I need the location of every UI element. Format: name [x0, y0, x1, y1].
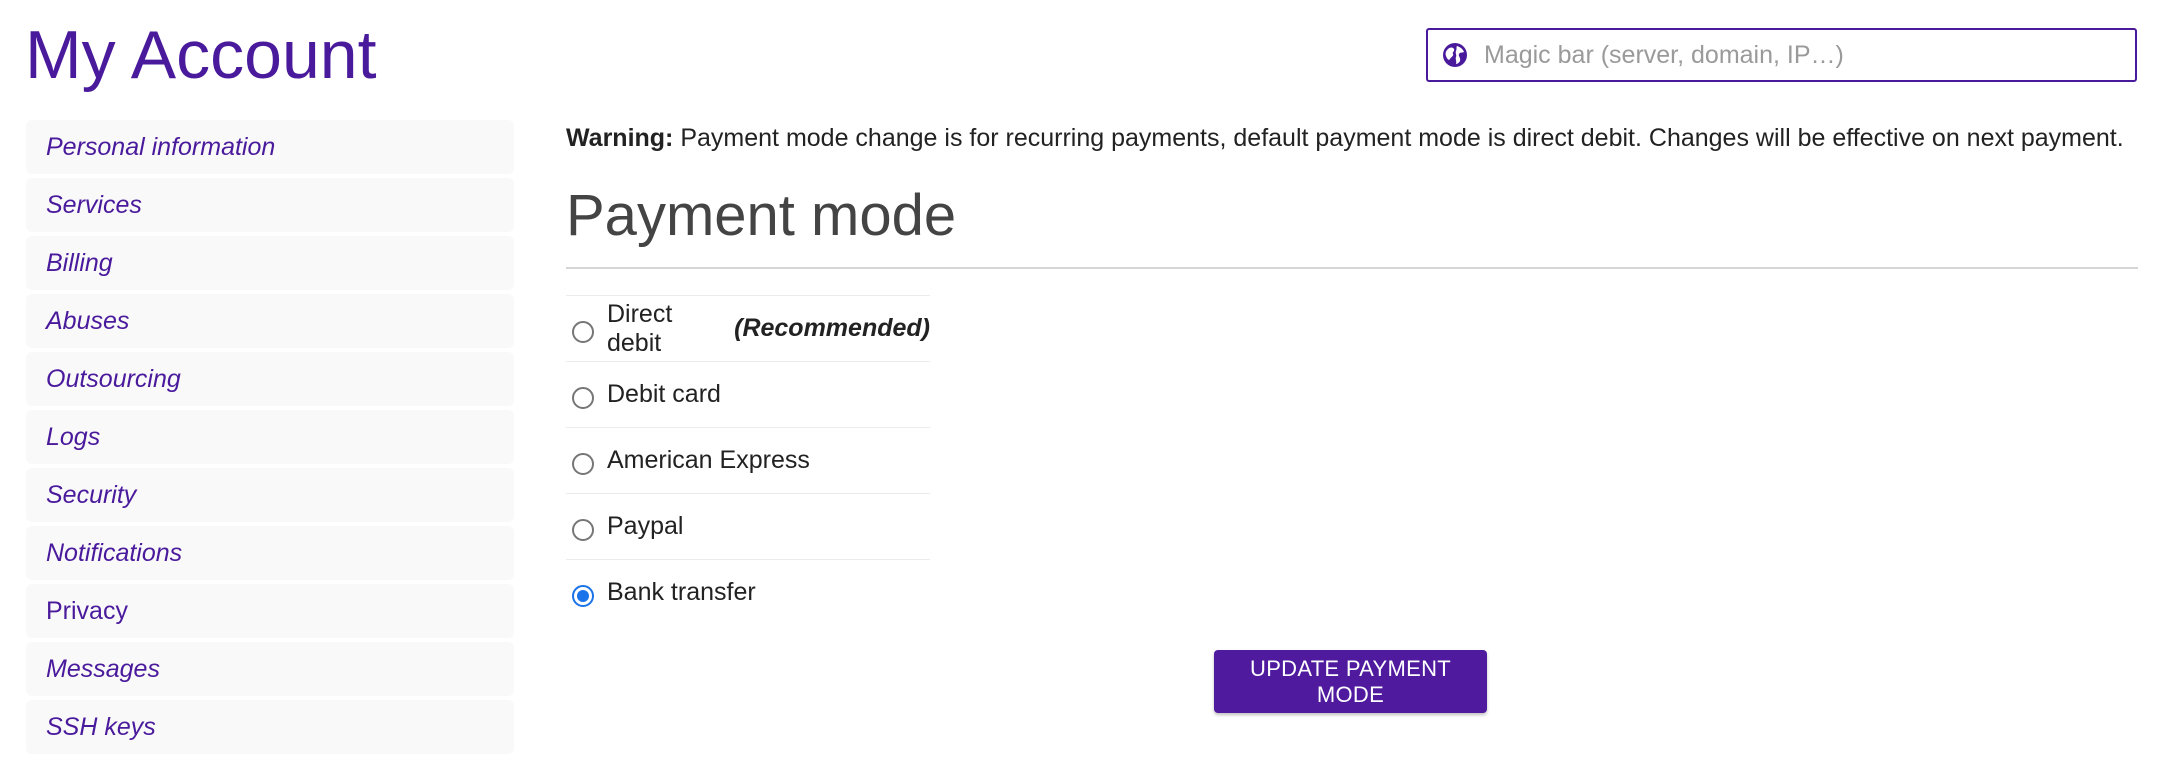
sidebar-item-personal-information[interactable]: Personal information [26, 120, 514, 174]
page-title: My Account [25, 17, 377, 93]
warning-label: Warning: [566, 124, 674, 152]
option-label: Debit card [607, 380, 721, 408]
option-label: Direct debit [607, 299, 673, 357]
magic-bar[interactable] [1426, 28, 2137, 82]
sidebar-item-privacy[interactable]: Privacy [26, 584, 514, 638]
radio-direct-debit[interactable] [572, 320, 594, 343]
warning-text: Payment mode change is for recurring pay… [680, 124, 2124, 152]
option-label: American Express [607, 446, 810, 474]
main-content: Warning: Payment mode change is for recu… [566, 116, 2138, 625]
radio-american-express[interactable] [572, 452, 594, 475]
sidebar-item-billing[interactable]: Billing [26, 236, 514, 290]
sidebar: Personal information Services Billing Ab… [26, 120, 514, 758]
globe-icon [1440, 40, 1470, 70]
option-debit-card[interactable]: Debit card [566, 361, 930, 427]
sidebar-item-services[interactable]: Services [26, 178, 514, 232]
option-label: Paypal [607, 512, 684, 540]
option-paypal[interactable]: Paypal [566, 493, 930, 559]
recommended-note: (Recommended) [734, 314, 930, 342]
magic-bar-input[interactable] [1484, 30, 2135, 80]
sidebar-item-security[interactable]: Security [26, 468, 514, 522]
payment-mode-options: Direct debit (Recommended) Debit card Am… [566, 295, 930, 625]
divider [566, 267, 2138, 269]
radio-paypal[interactable] [572, 518, 594, 541]
sidebar-item-ssh-keys[interactable]: SSH keys [26, 700, 514, 754]
sidebar-item-outsourcing[interactable]: Outsourcing [26, 352, 514, 406]
option-bank-transfer[interactable]: Bank transfer [566, 559, 930, 625]
radio-bank-transfer[interactable] [572, 584, 594, 607]
radio-debit-card[interactable] [572, 386, 594, 409]
page: My Account Personal information Services… [0, 0, 2162, 770]
option-label: Bank transfer [607, 578, 756, 606]
sidebar-item-notifications[interactable]: Notifications [26, 526, 514, 580]
update-payment-mode-button[interactable]: UPDATE PAYMENT MODE [1214, 650, 1487, 713]
option-direct-debit[interactable]: Direct debit (Recommended) [566, 295, 930, 361]
warning-message: Warning: Payment mode change is for recu… [566, 116, 2138, 160]
option-american-express[interactable]: American Express [566, 427, 930, 493]
sidebar-item-logs[interactable]: Logs [26, 410, 514, 464]
sidebar-item-messages[interactable]: Messages [26, 642, 514, 696]
sidebar-item-abuses[interactable]: Abuses [26, 294, 514, 348]
section-title: Payment mode [566, 183, 957, 248]
